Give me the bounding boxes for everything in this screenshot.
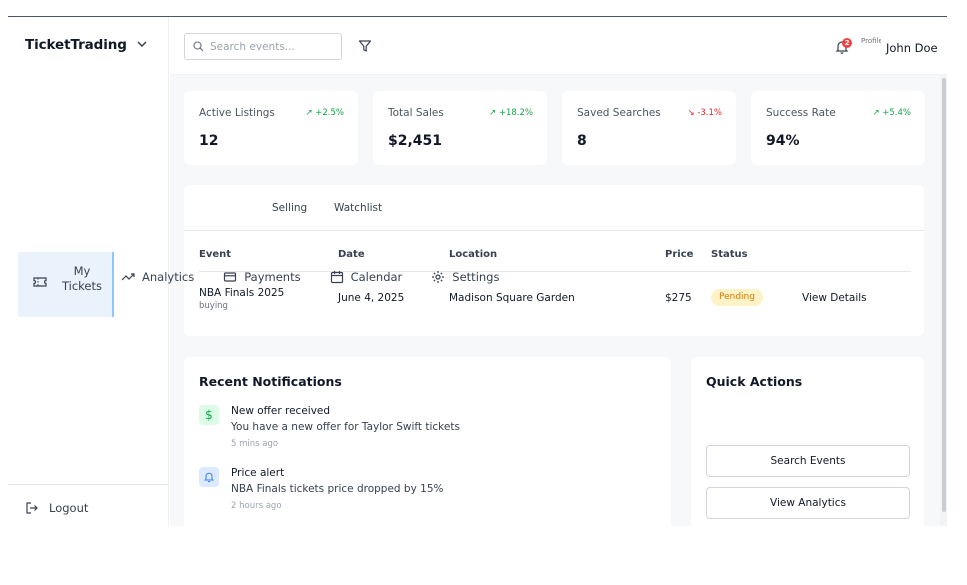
user-name[interactable]: John Doe [886, 41, 938, 55]
tab-watchlist[interactable]: Watchlist [334, 202, 382, 214]
stat-value: 8 [577, 133, 587, 149]
view-details-button[interactable]: View Details [802, 292, 867, 304]
sidebar-item-label: Payments [244, 270, 301, 284]
stat-change: ↗ +5.4% [872, 108, 911, 118]
sidebar-item-label: Analytics [142, 270, 195, 284]
stat-change: ↘ -3.1% [687, 108, 723, 118]
notification-time: 2 hours ago [231, 501, 282, 511]
stat-change: ↗ +18.2% [489, 108, 533, 118]
event-type: buying [199, 301, 228, 311]
notification-badge: 2 [842, 38, 852, 48]
sidebar-item-label: Settings [452, 270, 500, 284]
stat-label: Active Listings [199, 107, 275, 119]
dollar-icon: $ [199, 405, 219, 425]
view-analytics-button[interactable]: View Analytics [706, 487, 910, 519]
tab-buying[interactable]: Buying [212, 202, 248, 214]
search-input[interactable] [210, 40, 330, 53]
stat-card-total-sales: Total Sales ↗ +18.2% $2,451 [373, 91, 547, 165]
column-header-price: Price [665, 249, 694, 260]
status-badge: Pending [711, 289, 763, 306]
sidebar-item-calendar[interactable]: Calendar [330, 270, 403, 284]
ticket-icon [33, 277, 47, 287]
filter-icon[interactable] [358, 39, 372, 53]
stat-card-saved-searches: Saved Searches ↘ -3.1% 8 [562, 91, 736, 165]
sidebar-item-settings[interactable]: Settings [431, 270, 499, 284]
stat-card-active-listings: Active Listings ↗ +2.5% 12 [184, 91, 358, 165]
bell-icon [199, 467, 219, 487]
search-events-button[interactable]: Search Events [706, 445, 910, 477]
notification-title: New offer received [231, 405, 331, 417]
stat-value: 12 [199, 133, 219, 149]
stat-card-success-rate: Success Rate ↗ +5.4% 94% [751, 91, 925, 165]
sidebar-item-payments[interactable]: Payments [223, 270, 301, 284]
scrollbar-thumb[interactable] [942, 78, 946, 512]
notification-body: You have a new offer for Taylor Swift ti… [231, 421, 460, 433]
event-price: $275 [665, 292, 692, 304]
main-content: Active Listings ↗ +2.5% 12 Total Sales ↗… [170, 75, 940, 526]
sidebar-item-label: Calendar [350, 270, 403, 284]
recent-notifications-card: Recent Notifications $ New offer receive… [184, 357, 671, 526]
search-box[interactable] [184, 33, 342, 60]
stat-label: Total Sales [388, 107, 444, 119]
logout-label: Logout [49, 501, 89, 515]
trending-up-icon [121, 273, 135, 281]
column-header-date: Date [338, 249, 365, 260]
stat-label: Saved Searches [577, 107, 661, 119]
sidebar-item-analytics[interactable]: Analytics [121, 270, 194, 284]
search-icon [193, 41, 204, 52]
stat-change: ↗ +2.5% [305, 108, 344, 118]
logout-button[interactable]: Logout [25, 501, 88, 515]
sidebar-nav-overflow: Analytics Payments Calendar Settings [121, 270, 499, 284]
tab-selling[interactable]: Selling [272, 202, 307, 214]
event-date: June 4, 2025 [338, 292, 405, 304]
column-header-location: Location [449, 249, 498, 260]
notifications-title: Recent Notifications [199, 374, 342, 389]
notification-time: 5 mins ago [231, 439, 279, 449]
calendar-icon [330, 271, 343, 284]
column-header-status: Status [711, 249, 748, 260]
logout-icon [26, 502, 38, 514]
sidebar-item-my-tickets[interactable]: My Tickets [18, 252, 114, 317]
credit-card-icon [224, 272, 237, 282]
quick-actions-title: Quick Actions [706, 374, 803, 389]
brand-name: TicketTrading [25, 37, 127, 53]
stat-value: 94% [766, 133, 800, 149]
event-location: Madison Square Garden [449, 292, 575, 304]
tickets-table-card: Buying Selling Watchlist Event Date Loca… [184, 185, 924, 336]
logout-divider [8, 484, 168, 485]
column-header-event: Event [199, 249, 232, 260]
stat-value: $2,451 [388, 133, 443, 149]
gear-icon [432, 271, 445, 283]
stat-label: Success Rate [766, 107, 836, 119]
chevron-down-icon[interactable] [136, 39, 148, 49]
top-header: 2 Profile John Doe [170, 17, 947, 75]
quick-actions-card: Quick Actions Search Events View Analyti… [691, 357, 924, 526]
sidebar-item-label: My Tickets [61, 264, 102, 293]
notification-title: Price alert [231, 467, 285, 479]
avatar[interactable]: Profile [861, 37, 881, 57]
event-name: NBA Finals 2025 [199, 287, 285, 299]
notification-body: NBA Finals tickets price dropped by 15% [231, 483, 444, 495]
tickets-tabs: Buying Selling Watchlist [184, 185, 924, 231]
